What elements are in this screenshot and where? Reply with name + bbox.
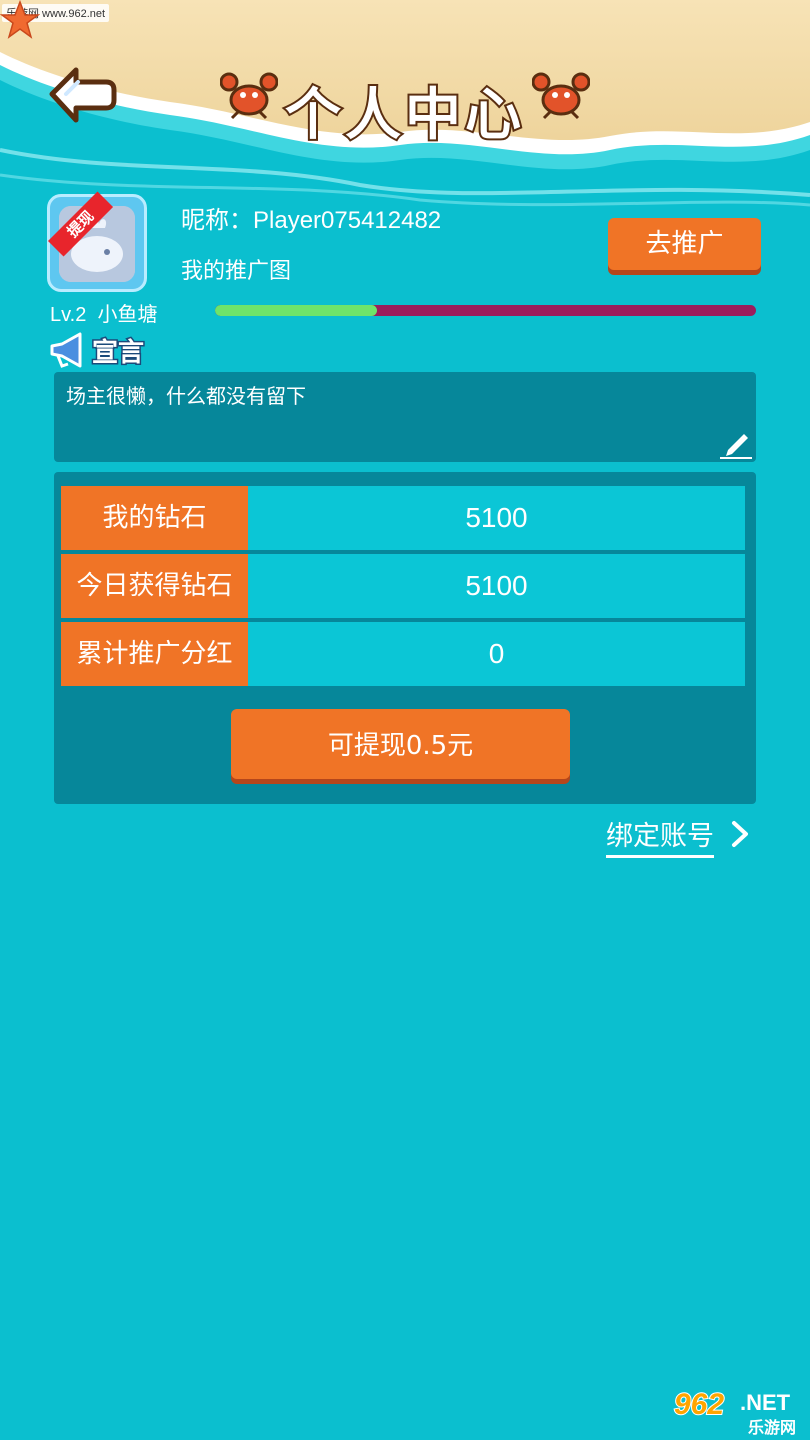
stat-row: 我的钻石 5100: [61, 486, 745, 550]
page-title: 个人中心: [283, 81, 525, 150]
promo-image-link[interactable]: 我的推广图: [181, 253, 291, 285]
chevron-right-icon: [732, 821, 748, 847]
watermark-cn: 乐游网: [748, 1418, 797, 1437]
pond-name: 小鱼塘: [97, 304, 158, 326]
nickname-label: 昵称：: [181, 206, 253, 234]
megaphone-icon: [50, 332, 82, 368]
back-arrow-icon: [49, 67, 117, 123]
stat-row: 累计推广分红 0: [61, 622, 745, 686]
starfish-icon: [0, 0, 40, 39]
stats-panel: 我的钻石 5100 今日获得钻石 5100 累计推广分红 0 可提现0.5元: [54, 472, 756, 804]
declaration-text: 场主很懒，什么都没有留下: [66, 384, 306, 408]
level-progress-bar: [215, 305, 756, 316]
level-info: Lv.2 小鱼塘: [50, 298, 157, 327]
back-button[interactable]: [46, 62, 118, 126]
title-area: 个人中心: [220, 68, 590, 150]
withdraw-button[interactable]: 可提现0.5元: [231, 709, 570, 779]
nickname-value: Player075412482: [253, 207, 442, 234]
nickname-row: 昵称：Player075412482: [181, 200, 441, 235]
stat-value: 5100: [465, 570, 528, 601]
crab-icon: [532, 72, 590, 120]
declaration-header: 宣言: [48, 330, 146, 370]
stat-value: 5100: [465, 502, 528, 533]
declaration-label: 宣言: [90, 337, 145, 370]
level-progress-fill: [215, 305, 378, 316]
stat-label: 我的钻石: [61, 486, 248, 550]
watermark-number: 962: [673, 1387, 725, 1422]
stat-label: 累计推广分红: [61, 622, 248, 686]
crab-icon: [220, 72, 278, 120]
bind-account-label: 绑定账号: [606, 814, 714, 858]
level-value: Lv.2: [50, 304, 87, 326]
site-watermark: 962 .NET 乐游网: [668, 1387, 808, 1438]
bind-account-link[interactable]: 绑定账号: [606, 814, 748, 858]
header: 乐游网 www.962.net 个人中心: [0, 0, 810, 210]
watermark-net: .NET: [740, 1390, 791, 1415]
declaration-box: 场主很懒，什么都没有留下: [54, 372, 756, 462]
avatar[interactable]: 提现: [47, 191, 147, 292]
stat-row: 今日获得钻石 5100: [61, 554, 745, 618]
stat-value: 0: [488, 638, 505, 669]
promote-button[interactable]: 去推广: [608, 218, 761, 270]
stat-label: 今日获得钻石: [61, 554, 248, 618]
edit-pencil-icon[interactable]: [718, 428, 754, 460]
